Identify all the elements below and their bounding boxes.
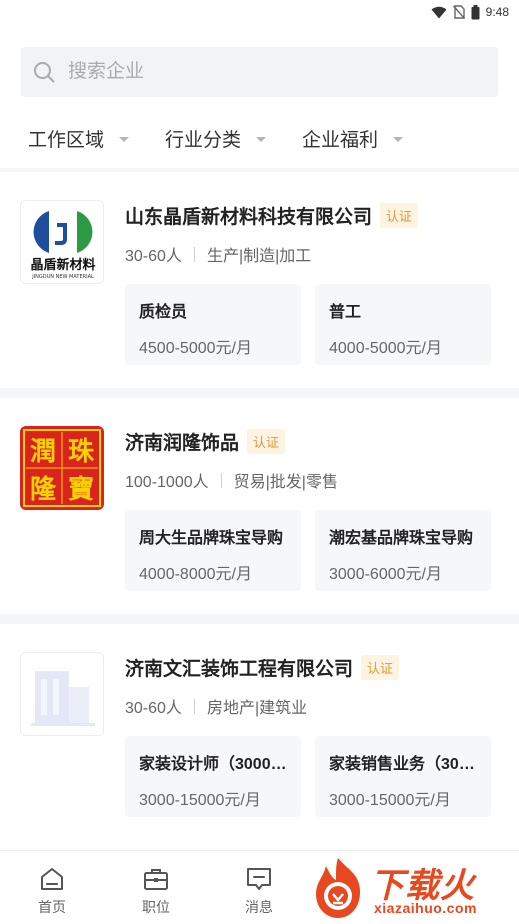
tab-messages[interactable]: 消息 xyxy=(229,865,289,917)
tab-label: 首页 xyxy=(38,899,66,915)
company-size: 30-60人 xyxy=(125,700,182,717)
job-card[interactable]: 潮宏基品牌珠宝导购 3000-6000元/月 xyxy=(315,510,491,591)
job-salary: 4500-5000元/月 xyxy=(139,340,252,357)
status-time: 9:48 xyxy=(485,5,509,19)
job-card[interactable]: 家装设计师（3000-15000） 3000-15000元/月 xyxy=(125,736,301,817)
company-card[interactable]: 晶盾新材料 JINGDUN NEW MATERIAL 山东晶盾新材料科技有限公司… xyxy=(0,172,519,388)
company-card[interactable]: 潤 珠 隆 寶 济南润隆饰品 认证 100-1000人 贸易|批发|零售 周大生… xyxy=(0,398,519,614)
verified-badge: 认证 xyxy=(247,428,286,454)
company-industry: 生产|制造|加工 xyxy=(206,248,312,265)
seal-char: 寶 xyxy=(68,474,94,505)
company-meta: 30-60人 房地产|建筑业 xyxy=(125,694,307,718)
tab-label: 职位 xyxy=(142,899,170,915)
seal-char: 珠 xyxy=(68,437,95,467)
job-title: 普工 xyxy=(329,304,362,321)
briefcase-icon xyxy=(144,869,168,890)
filter-bar: 工作区域 行业分类 企业福利 xyxy=(0,118,519,158)
divider xyxy=(220,472,222,488)
message-icon xyxy=(247,868,271,890)
job-salary: 4000-5000元/月 xyxy=(329,340,442,357)
tab-label: 消息 xyxy=(245,899,273,915)
watermark: 下载火 xiazaihuo.com xyxy=(308,852,519,924)
flame-logo-icon xyxy=(316,858,360,918)
search-input[interactable] xyxy=(68,61,468,83)
company-logo xyxy=(20,652,104,736)
filter-work-area[interactable]: 工作区域 xyxy=(28,118,130,158)
caret-down-icon xyxy=(256,136,267,142)
company-size: 100-1000人 xyxy=(125,474,209,491)
company-name: 济南润隆饰品 认证 xyxy=(125,426,286,456)
job-salary: 4000-8000元/月 xyxy=(139,566,252,583)
watermark-url: xiazaihuo.com xyxy=(374,900,477,916)
separator xyxy=(0,388,519,398)
search-icon xyxy=(34,62,55,83)
company-industry: 贸易|批发|零售 xyxy=(233,474,338,491)
company-name: 山东晶盾新材料科技有限公司 认证 xyxy=(125,200,419,230)
job-salary: 3000-15000元/月 xyxy=(329,792,451,809)
company-logo: 潤 珠 隆 寶 xyxy=(20,426,104,510)
divider xyxy=(193,246,195,262)
company-card[interactable]: 济南文汇装饰工程有限公司 认证 30-60人 房地产|建筑业 家装设计师（300… xyxy=(0,624,519,840)
home-icon xyxy=(41,868,63,890)
divider xyxy=(193,698,195,714)
status-bar: 9:48 xyxy=(0,0,519,24)
filter-industry[interactable]: 行业分类 xyxy=(165,118,267,158)
no-sim-icon xyxy=(452,5,465,19)
company-industry: 房地产|建筑业 xyxy=(206,700,308,717)
building-placeholder-icon xyxy=(21,653,103,735)
seal-char: 潤 xyxy=(30,437,56,467)
filter-benefits[interactable]: 企业福利 xyxy=(302,118,404,158)
filter-label: 工作区域 xyxy=(28,129,105,151)
filter-label: 行业分类 xyxy=(165,129,242,151)
job-salary: 3000-15000元/月 xyxy=(139,792,261,809)
tab-home[interactable]: 首页 xyxy=(22,865,82,917)
verified-badge: 认证 xyxy=(380,202,419,228)
verified-badge: 认证 xyxy=(361,654,400,680)
job-card[interactable]: 周大生品牌珠宝导购 4000-8000元/月 xyxy=(125,510,301,591)
company-name-text: 山东晶盾新材料科技有限公司 xyxy=(125,206,373,228)
job-title: 质检员 xyxy=(139,304,188,321)
company-size: 30-60人 xyxy=(125,248,182,265)
job-title: 家装设计师（3000-15000） xyxy=(139,756,289,773)
tab-jobs[interactable]: 职位 xyxy=(126,865,186,917)
logo-text: 晶盾新材料 xyxy=(30,257,95,273)
job-salary: 3000-6000元/月 xyxy=(329,566,442,583)
job-title: 家装销售业务（3000-15000） xyxy=(329,756,479,773)
wifi-icon xyxy=(431,6,447,18)
separator xyxy=(0,614,519,624)
logo-subtext: JINGDUN NEW MATERIAL xyxy=(31,274,94,280)
caret-down-icon xyxy=(393,136,404,142)
search-box[interactable] xyxy=(21,47,498,97)
company-meta: 30-60人 生产|制造|加工 xyxy=(125,242,311,266)
company-logo: 晶盾新材料 JINGDUN NEW MATERIAL xyxy=(20,200,104,284)
company-name: 济南文汇装饰工程有限公司 认证 xyxy=(125,652,400,682)
job-title: 周大生品牌珠宝导购 xyxy=(139,530,284,547)
seal-char: 隆 xyxy=(30,475,57,505)
company-name-text: 济南文汇装饰工程有限公司 xyxy=(125,658,354,680)
job-card[interactable]: 家装销售业务（3000-15000） 3000-15000元/月 xyxy=(315,736,491,817)
job-card[interactable]: 普工 4000-5000元/月 xyxy=(315,284,491,365)
runlong-seal-icon: 潤 珠 隆 寶 xyxy=(20,426,104,510)
filter-label: 企业福利 xyxy=(302,129,379,151)
battery-icon xyxy=(471,4,480,19)
job-card[interactable]: 质检员 4500-5000元/月 xyxy=(125,284,301,365)
caret-down-icon xyxy=(119,136,130,142)
job-title: 潮宏基品牌珠宝导购 xyxy=(329,530,474,547)
company-meta: 100-1000人 贸易|批发|零售 xyxy=(125,468,338,492)
company-name-text: 济南润隆饰品 xyxy=(125,432,240,454)
jingdun-logo-icon: 晶盾新材料 JINGDUN NEW MATERIAL xyxy=(21,201,103,283)
